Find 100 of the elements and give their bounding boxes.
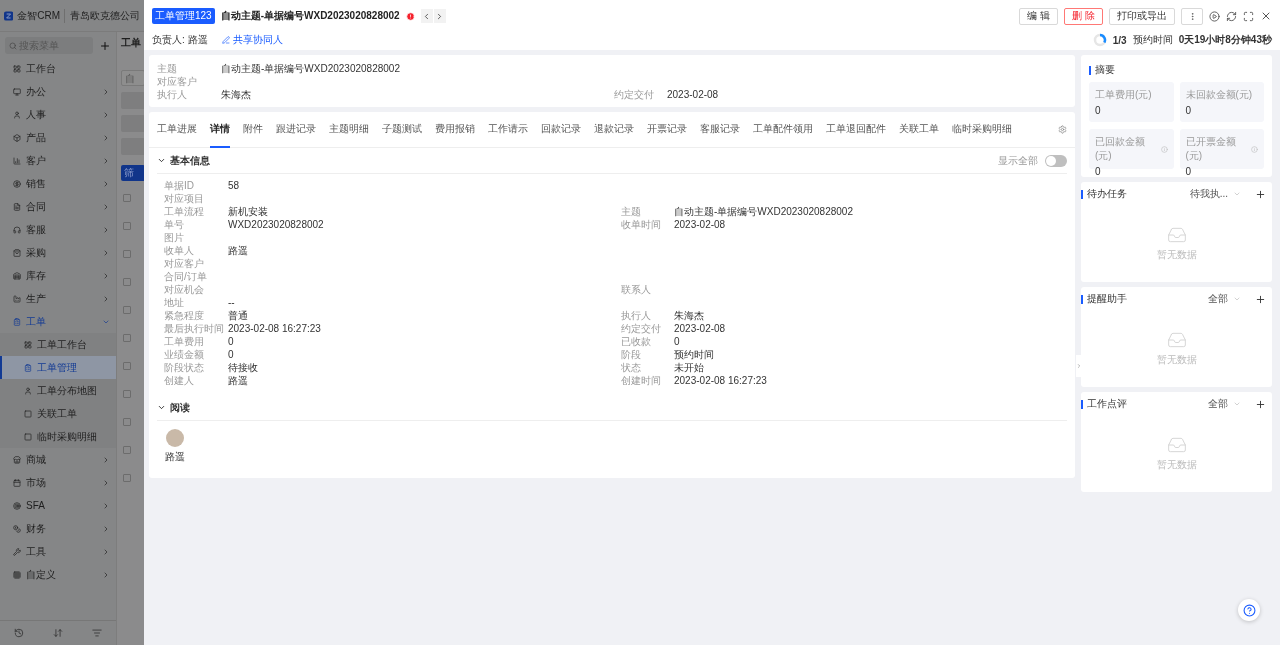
menu-item[interactable]: 销售 xyxy=(0,172,116,195)
field-value: 2023-02-08 16:27:23 xyxy=(674,374,768,387)
row-checkbox[interactable] xyxy=(123,278,131,286)
field-label: 创建时间 xyxy=(621,374,662,387)
submenu-item[interactable]: 工单管理 xyxy=(0,356,116,379)
next-button[interactable] xyxy=(433,9,446,23)
filter-button[interactable]: 筛 xyxy=(121,165,144,181)
menu-item[interactable]: 采购 xyxy=(0,241,116,264)
sort-icon[interactable] xyxy=(53,628,63,638)
action-button[interactable]: 删 除 xyxy=(1064,7,1103,25)
stat-value: 0 xyxy=(1185,166,1193,177)
field-label: 对应客户 xyxy=(157,75,198,88)
row-checkbox[interactable] xyxy=(123,306,131,314)
menu-item[interactable]: 产品 xyxy=(0,126,116,149)
submenu-item[interactable]: 关联工单 xyxy=(0,402,116,425)
row-checkbox[interactable] xyxy=(123,418,131,426)
tab[interactable]: 开票记录 xyxy=(647,111,687,148)
tab[interactable]: 临时采购明细 xyxy=(952,111,1012,148)
menu-item[interactable]: 客户 xyxy=(0,149,116,172)
filter-field[interactable] xyxy=(121,92,144,109)
settings-icon[interactable] xyxy=(1058,125,1067,134)
field-label: 约定交付 xyxy=(614,88,655,101)
row-checkbox[interactable] xyxy=(123,362,131,370)
submenu-item[interactable]: 临时采购明细 xyxy=(0,425,116,448)
menu-item[interactable]: 人事 xyxy=(0,103,116,126)
collapse-handle[interactable] xyxy=(1076,355,1082,377)
tab[interactable]: 附件 xyxy=(243,111,263,148)
tab[interactable]: 工单配件领用 xyxy=(753,111,813,148)
row-checkbox[interactable] xyxy=(123,222,131,230)
field-label: 主题 xyxy=(157,62,178,75)
chevron-down-icon[interactable] xyxy=(157,403,166,412)
filter-select[interactable]: 全部 xyxy=(1208,397,1241,411)
tab[interactable]: 回款记录 xyxy=(541,111,581,148)
share-link[interactable]: 共享协同人 xyxy=(221,33,283,47)
row-checkbox[interactable] xyxy=(123,390,131,398)
field-value: 普通 xyxy=(228,309,249,322)
add-button[interactable] xyxy=(1255,188,1266,200)
menu-item[interactable]: SFA xyxy=(0,494,116,517)
section-title: 基本信息 xyxy=(170,153,210,168)
tab[interactable]: 跟进记录 xyxy=(276,111,316,148)
close-icon[interactable] xyxy=(1260,10,1272,22)
menu-item[interactable]: 财务 xyxy=(0,517,116,540)
tab[interactable]: 工作请示 xyxy=(488,111,528,148)
remaining-time: 0天19小时8分钟43秒 xyxy=(1178,33,1272,47)
filter-select[interactable]: 待我执... xyxy=(1189,187,1241,201)
filter-field[interactable] xyxy=(121,138,144,155)
action-button[interactable]: 编 辑 xyxy=(1019,7,1059,25)
tab[interactable]: 工单进展 xyxy=(157,111,197,148)
action-button[interactable]: 打印或导出 xyxy=(1109,7,1175,25)
chevron-down-icon[interactable] xyxy=(157,156,166,165)
filter-field[interactable] xyxy=(121,115,144,132)
menu-item[interactable]: 工单 xyxy=(0,310,116,333)
filter-select[interactable]: 全部 xyxy=(1208,292,1241,306)
menu-item[interactable]: 工作台 xyxy=(0,57,116,80)
submenu-item[interactable]: 工单工作台 xyxy=(0,333,116,356)
show-all-switch[interactable] xyxy=(1045,154,1067,167)
card-title: 摘要 xyxy=(1095,63,1115,77)
more-button[interactable] xyxy=(1181,7,1203,25)
field-label: 地址 xyxy=(164,296,185,309)
play-icon[interactable] xyxy=(1209,10,1220,22)
tab[interactable]: 主题明细 xyxy=(329,111,369,148)
panel-title: 工作点评 xyxy=(1087,397,1127,411)
previous-button[interactable] xyxy=(420,9,433,23)
menu-item[interactable]: 生产 xyxy=(0,287,116,310)
tab[interactable]: 工单退回配件 xyxy=(826,111,886,148)
row-checkbox[interactable] xyxy=(123,250,131,258)
menu-item[interactable]: 市场 xyxy=(0,471,116,494)
tab[interactable]: 关联工单 xyxy=(899,111,939,148)
field-value: 0 xyxy=(228,335,235,348)
tab[interactable]: 客服记录 xyxy=(700,111,740,148)
menu-item[interactable]: 库存 xyxy=(0,264,116,287)
help-icon xyxy=(1242,603,1256,617)
tab[interactable]: 退款记录 xyxy=(594,111,634,148)
refresh-icon[interactable] xyxy=(1226,10,1237,22)
row-checkbox[interactable] xyxy=(123,194,131,202)
row-checkbox[interactable] xyxy=(123,474,131,482)
field-label: 对应项目 xyxy=(164,192,205,205)
list-icon[interactable] xyxy=(91,628,102,638)
info-icon[interactable] xyxy=(1251,145,1258,153)
submenu-item[interactable]: 工单分布地图 xyxy=(0,379,116,402)
menu-item[interactable]: 自定义 xyxy=(0,563,116,586)
history-icon[interactable] xyxy=(14,628,25,638)
tab[interactable]: 详情 xyxy=(210,111,230,148)
tab[interactable]: 费用报销 xyxy=(435,111,475,148)
help-button[interactable] xyxy=(1238,599,1260,621)
field-value: 2023-02-08 16:27:23 xyxy=(228,322,322,335)
menu-item[interactable]: 办公 xyxy=(0,80,116,103)
info-icon[interactable] xyxy=(1160,145,1168,153)
menu-icon xyxy=(13,478,21,487)
row-checkbox[interactable] xyxy=(123,446,131,454)
add-button[interactable] xyxy=(1255,293,1266,305)
menu-item[interactable]: 客服 xyxy=(0,218,116,241)
add-button[interactable] xyxy=(1255,398,1266,410)
menu-item[interactable]: 商城 xyxy=(0,448,116,471)
tab[interactable]: 子题测试 xyxy=(382,111,422,148)
fullscreen-icon[interactable] xyxy=(1243,10,1254,22)
menu-item[interactable]: 工具 xyxy=(0,540,116,563)
menu-icon xyxy=(13,455,21,464)
row-checkbox[interactable] xyxy=(123,334,131,342)
menu-item[interactable]: 合同 xyxy=(0,195,116,218)
